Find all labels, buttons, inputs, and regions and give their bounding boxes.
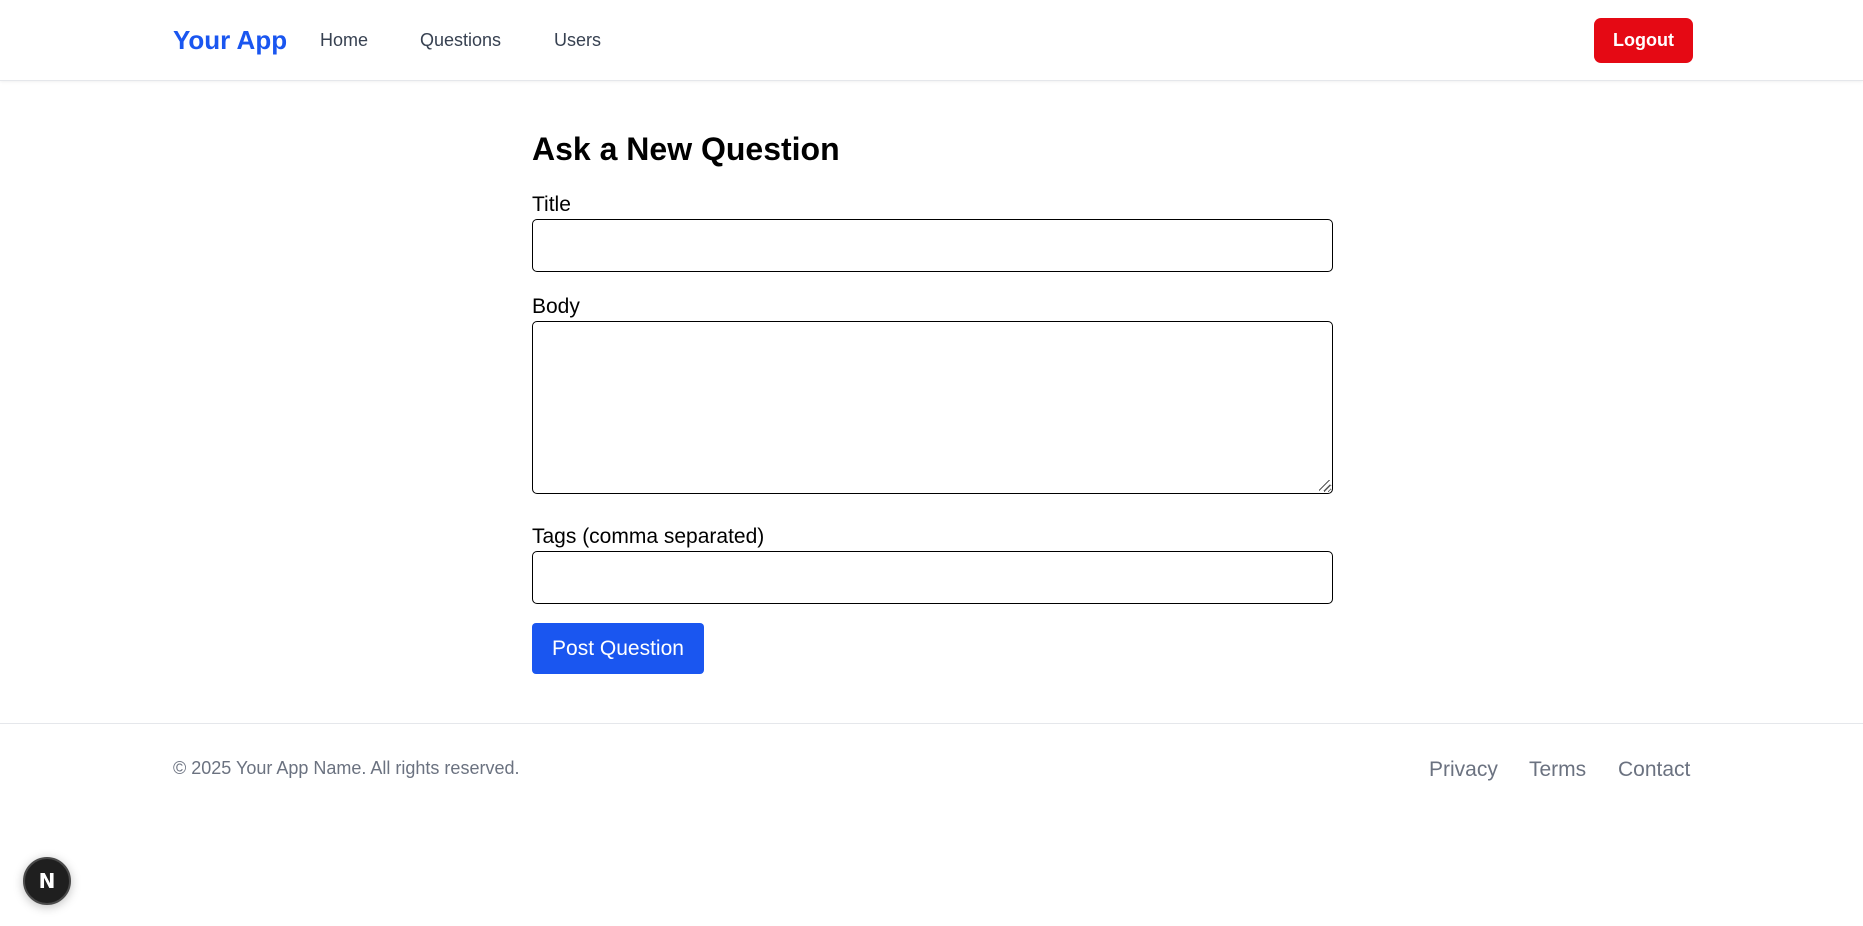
- post-question-button[interactable]: Post Question: [532, 623, 704, 674]
- top-navbar: Your App Home Questions Users Logout: [0, 0, 1863, 81]
- nav-link-home[interactable]: Home: [320, 28, 368, 52]
- footer-link-contact[interactable]: Contact: [1618, 757, 1690, 783]
- copyright-text: © 2025 Your App Name. All rights reserve…: [173, 758, 520, 778]
- nav-link-users[interactable]: Users: [554, 28, 601, 52]
- footer-link-privacy[interactable]: Privacy: [1429, 757, 1498, 783]
- brand-logo-link[interactable]: Your App: [173, 22, 287, 58]
- body-textarea[interactable]: [532, 321, 1333, 494]
- nextjs-dev-tools-icon[interactable]: N: [23, 857, 71, 905]
- tags-input[interactable]: [532, 551, 1333, 604]
- title-input[interactable]: [532, 219, 1333, 272]
- page-footer: © 2025 Your App Name. All rights reserve…: [0, 723, 1863, 823]
- dev-badge-letter: N: [38, 869, 56, 893]
- page: Your App Home Questions Users Logout Ask…: [0, 0, 1863, 926]
- body-label: Body: [532, 295, 580, 318]
- tags-label: Tags (comma separated): [532, 525, 765, 548]
- title-label: Title: [532, 193, 571, 216]
- footer-link-terms[interactable]: Terms: [1529, 757, 1586, 783]
- logout-button[interactable]: Logout: [1594, 18, 1693, 63]
- nav-link-questions[interactable]: Questions: [420, 28, 501, 52]
- resize-handle-icon[interactable]: [1319, 480, 1330, 491]
- page-title: Ask a New Question: [532, 131, 840, 167]
